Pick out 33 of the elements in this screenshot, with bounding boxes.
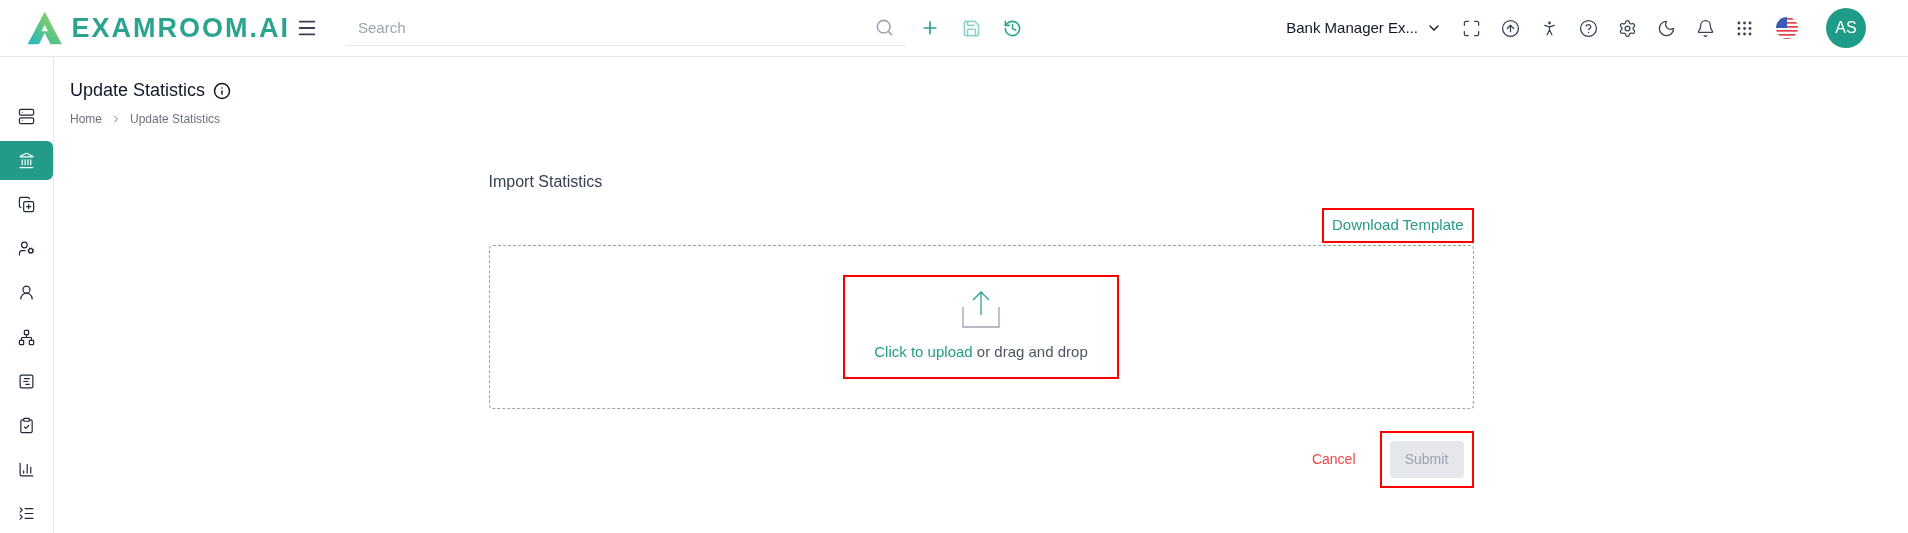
chart-icon	[18, 460, 35, 478]
upload-area[interactable]: Click to upload or drag and drop	[843, 274, 1119, 379]
page-title: Update Statistics	[70, 79, 206, 102]
cancel-button[interactable]: Cancel	[1301, 448, 1366, 470]
help-icon[interactable]	[1579, 18, 1598, 38]
info-icon[interactable]	[213, 81, 232, 100]
upload-dropzone[interactable]: Click to upload or drag and drop	[488, 244, 1474, 409]
user-avatar[interactable]: AS	[1826, 8, 1866, 48]
form-icon	[18, 372, 35, 390]
us-flag-icon[interactable]	[1776, 17, 1798, 39]
breadcrumb-item[interactable]: Home	[70, 110, 102, 128]
breadcrumb-item: Update Statistics	[130, 111, 221, 128]
arrow-up-circle-icon[interactable]	[1501, 18, 1520, 38]
server-icon	[18, 108, 35, 126]
user-icon	[18, 284, 35, 302]
hierarchy-icon	[18, 328, 35, 346]
fullscreen-icon[interactable]	[1462, 18, 1481, 38]
bell-icon[interactable]	[1696, 18, 1715, 38]
history-icon[interactable]	[1003, 18, 1022, 38]
upload-icon	[961, 289, 1001, 330]
clipboard-icon	[18, 416, 35, 434]
search-field[interactable]: Search	[346, 10, 906, 46]
moon-icon[interactable]	[1657, 18, 1676, 38]
bank-icon	[18, 152, 35, 170]
section-heading: Import Statistics	[488, 172, 604, 192]
collapse-icon	[18, 504, 35, 522]
add-icon	[18, 196, 35, 214]
user-gear-icon	[18, 240, 35, 258]
logo-text: EXAMROOM.AI	[71, 11, 290, 45]
upload-instruction: Click to upload or drag and drop	[874, 342, 1088, 363]
role-selector[interactable]: Bank Manager Ex...	[1286, 16, 1442, 40]
download-template-link[interactable]: Download Template	[1322, 208, 1474, 243]
settings-icon[interactable]	[1618, 18, 1637, 38]
